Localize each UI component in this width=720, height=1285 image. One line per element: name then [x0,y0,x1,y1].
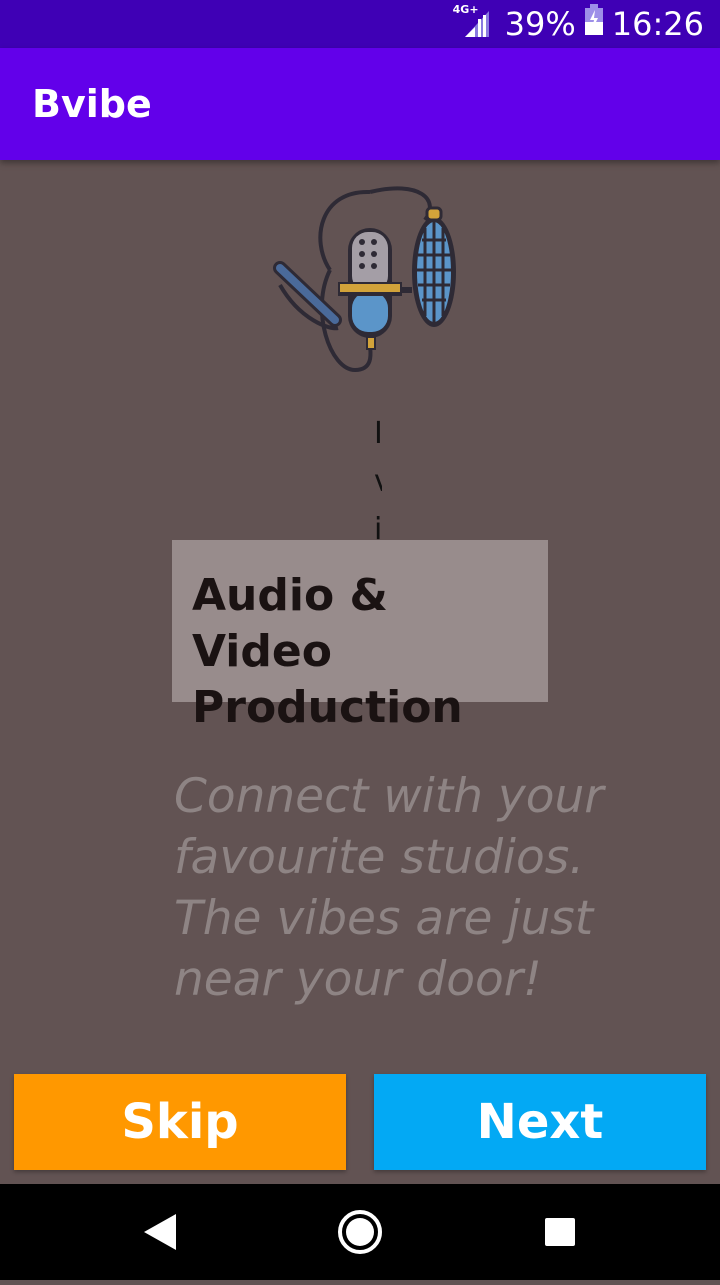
title-card: Audio & Video Production [172,540,548,733]
garbled-char: I [374,416,382,451]
garbled-char: v [374,458,382,506]
garbled-text: I v i [374,410,388,547]
onboarding-description: Connect with your favourite studios. The… [174,769,604,1007]
status-bar: 4G+ 39% 16:26 [0,0,720,48]
navigation-bar [0,1184,720,1280]
back-icon[interactable] [144,1214,176,1250]
clock: 16:26 [611,5,704,43]
home-icon[interactable] [338,1210,382,1254]
battery-icon [584,4,604,44]
next-button[interactable]: Next [374,1074,706,1170]
microphone-icon [270,180,460,380]
recents-icon[interactable] [545,1218,575,1246]
network-type: 4G+ [452,3,479,16]
status-indicators: 4G+ 39% 16:26 [453,0,704,48]
app-bar: Bvibe [0,48,720,160]
signal-icon: 4G+ [453,3,497,39]
onboarding-title: Audio & Video Production [192,570,463,733]
battery-percent: 39% [504,5,576,43]
skip-button[interactable]: Skip [14,1074,346,1170]
app-title: Bvibe [32,82,152,126]
